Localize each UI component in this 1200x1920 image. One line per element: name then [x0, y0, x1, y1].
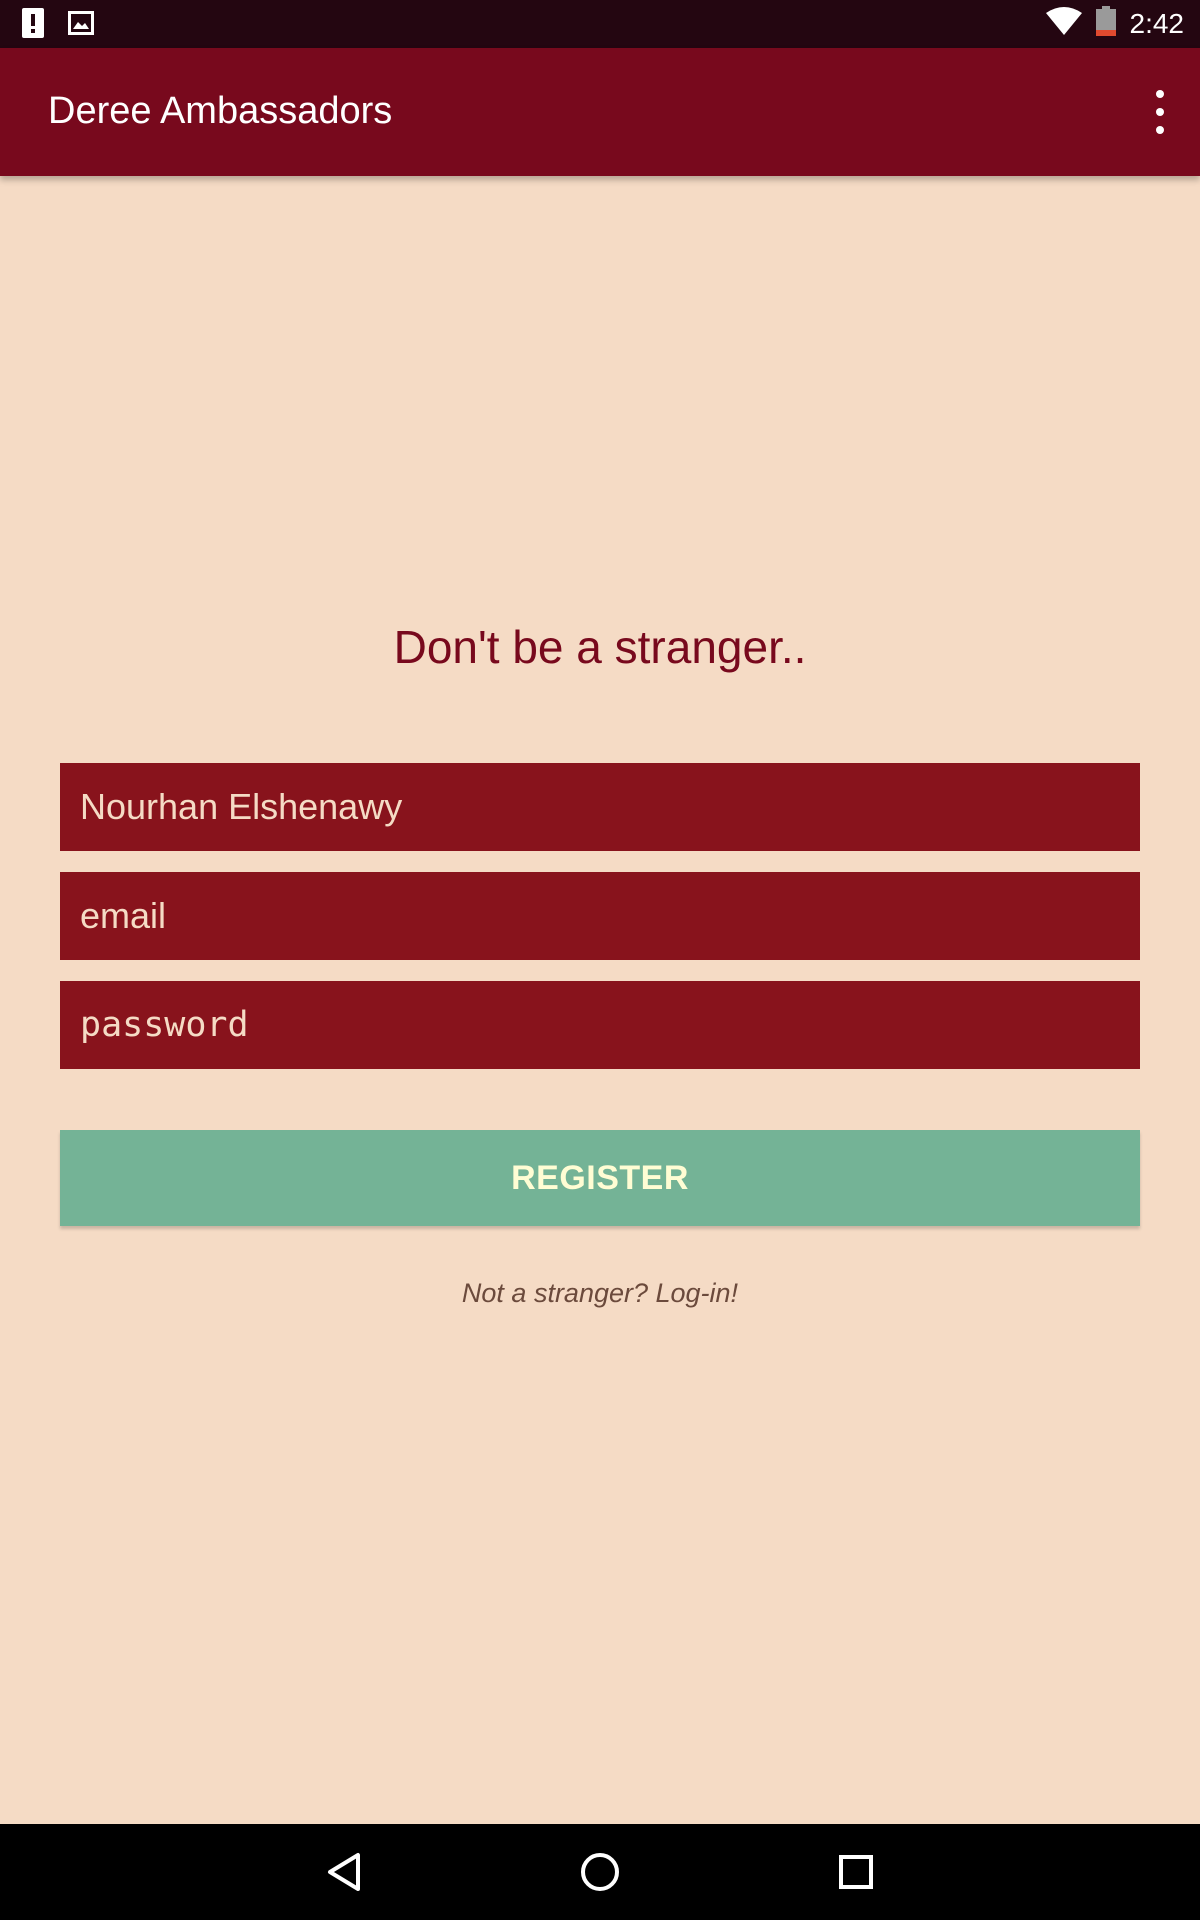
status-bar-notifications [22, 8, 94, 43]
wifi-icon [1045, 7, 1082, 40]
register-button[interactable]: REGISTER [60, 1130, 1140, 1226]
status-bar: 2:42 [0, 0, 1200, 48]
recents-icon[interactable] [826, 1842, 886, 1902]
home-icon[interactable] [570, 1842, 630, 1902]
back-icon[interactable] [314, 1842, 374, 1902]
navigation-bar [0, 1824, 1200, 1920]
image-icon [68, 11, 94, 40]
page-heading: Don't be a stranger.. [393, 621, 807, 673]
alert-icon [22, 8, 44, 43]
login-link[interactable]: Not a stranger? Log-in! [0, 1278, 1200, 1309]
app-title: Deree Ambassadors [48, 90, 393, 132]
more-vert-icon[interactable] [1150, 90, 1170, 134]
name-field[interactable] [60, 763, 1140, 851]
battery-icon [1095, 6, 1116, 41]
status-bar-system: 2:42 [1045, 6, 1185, 41]
email-field[interactable] [60, 872, 1140, 960]
clock: 2:42 [1129, 7, 1185, 39]
app-bar: Deree Ambassadors [0, 48, 1200, 176]
password-field[interactable] [60, 981, 1140, 1069]
